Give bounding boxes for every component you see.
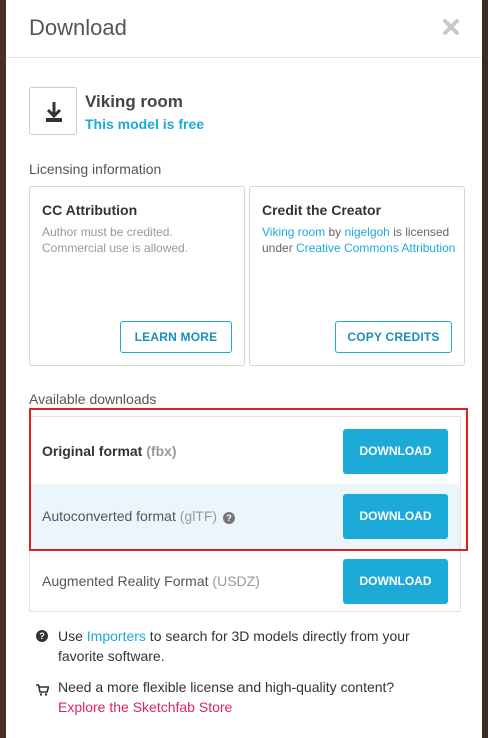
credit-title: Credit the Creator bbox=[262, 202, 382, 218]
download-row-original: Original format (fbx) DOWNLOAD bbox=[30, 419, 460, 484]
format-name: Augmented Reality Format bbox=[42, 573, 209, 589]
license-attribution-card: CC Attribution Author must be credited. … bbox=[29, 186, 245, 366]
author-link[interactable]: nigelgoh bbox=[344, 225, 389, 239]
dialog-title: Download bbox=[29, 15, 127, 40]
download-dialog: Download Viking room This model is free … bbox=[6, 0, 482, 738]
format-name: Autoconverted format bbox=[42, 508, 176, 524]
store-text-block: Need a more flexible license and high-qu… bbox=[58, 677, 458, 717]
store-link[interactable]: Explore the Sketchfab Store bbox=[58, 697, 458, 717]
importers-link[interactable]: Importers bbox=[87, 628, 146, 644]
close-icon[interactable] bbox=[440, 16, 462, 38]
dialog-header: Download bbox=[6, 0, 482, 58]
importers-text: Use Importers to search for 3D models di… bbox=[58, 626, 458, 666]
download-row-usdz: Augmented Reality Format (USDZ) DOWNLOAD bbox=[30, 549, 460, 614]
store-text: Need a more flexible license and high-qu… bbox=[58, 679, 395, 695]
learn-more-button[interactable]: LEARN MORE bbox=[120, 321, 232, 353]
question-circle-icon: ? bbox=[36, 630, 48, 642]
downloads-list: Original format (fbx) DOWNLOAD Autoconve… bbox=[29, 416, 461, 612]
download-original-button[interactable]: DOWNLOAD bbox=[343, 429, 448, 474]
format-extension: (USDZ) bbox=[212, 573, 260, 589]
cart-icon bbox=[36, 681, 50, 696]
model-name: Viking room bbox=[85, 92, 183, 111]
download-autoconverted-button[interactable]: DOWNLOAD bbox=[343, 494, 448, 539]
downloads-section-label: Available downloads bbox=[29, 391, 157, 407]
download-label: Autoconverted format (glTF) ? bbox=[42, 508, 235, 524]
format-name: Original format bbox=[42, 443, 143, 459]
download-row-autoconverted: Autoconverted format (glTF) ? DOWNLOAD bbox=[30, 484, 460, 549]
importers-prefix: Use bbox=[58, 628, 87, 644]
download-label: Original format (fbx) bbox=[42, 443, 177, 459]
licensing-section-label: Licensing information bbox=[29, 161, 162, 177]
license-link[interactable]: Creative Commons Attribution bbox=[296, 241, 455, 255]
model-link[interactable]: Viking room bbox=[262, 225, 325, 239]
copy-credits-button[interactable]: COPY CREDITS bbox=[335, 321, 452, 353]
format-extension: (glTF) bbox=[179, 508, 218, 524]
download-usdz-button[interactable]: DOWNLOAD bbox=[343, 559, 448, 604]
license-title: CC Attribution bbox=[42, 202, 138, 218]
help-circle-icon[interactable]: ? bbox=[222, 512, 235, 524]
credit-text: Viking room by nigelgoh is licensed unde… bbox=[262, 224, 458, 256]
credit-by-text: by bbox=[325, 225, 345, 239]
format-extension: (fbx) bbox=[146, 443, 177, 459]
download-label: Augmented Reality Format (USDZ) bbox=[42, 573, 260, 589]
model-price-status: This model is free bbox=[85, 116, 205, 132]
license-description: Author must be credited. Commercial use … bbox=[42, 225, 189, 255]
download-tray-icon bbox=[29, 87, 77, 135]
credit-creator-card: Credit the Creator Viking room by nigelg… bbox=[249, 186, 465, 366]
